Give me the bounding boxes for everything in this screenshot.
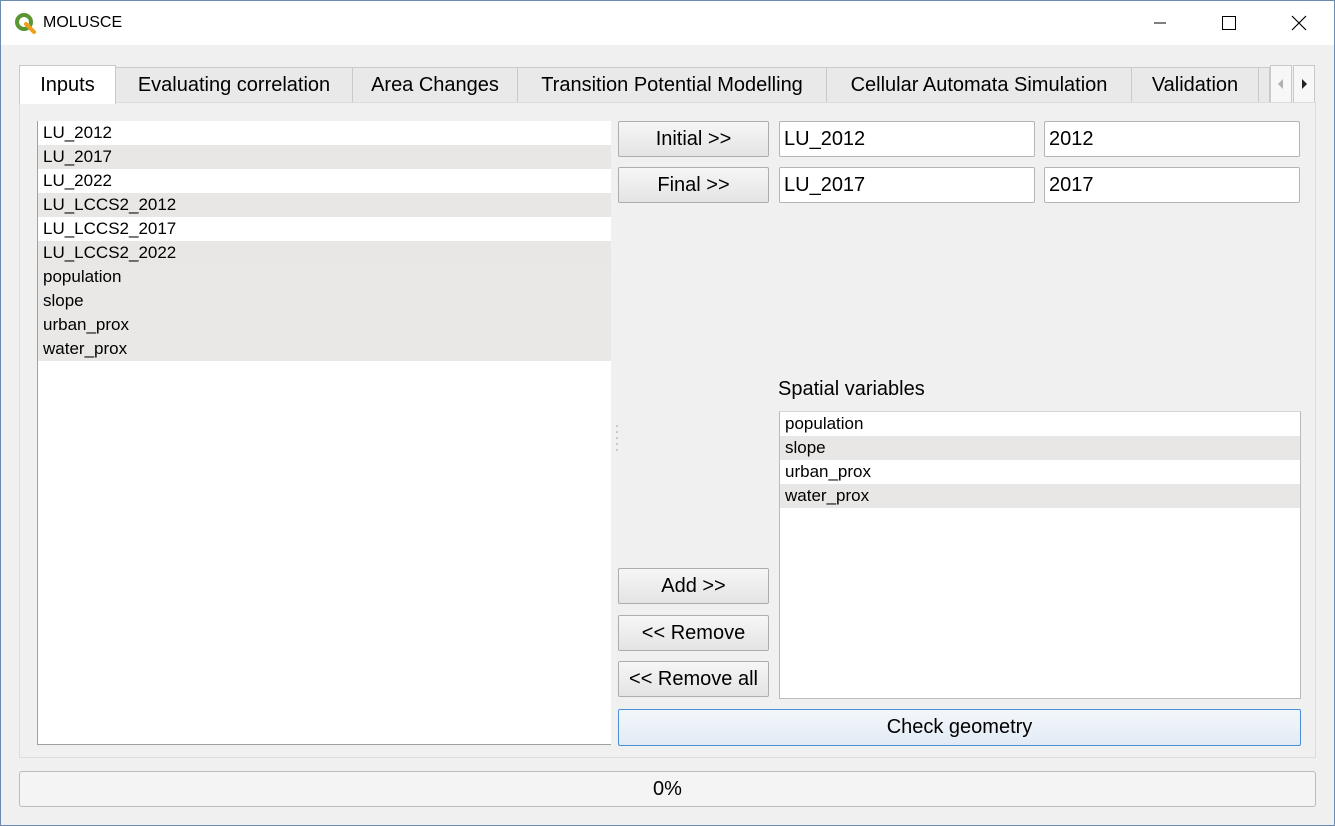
minimize-icon (1154, 22, 1166, 24)
minimize-button[interactable] (1137, 1, 1183, 45)
tab-transition-potential-modelling[interactable]: Transition Potential Modelling (517, 67, 827, 103)
qgis-logo-icon (15, 13, 36, 34)
arrow-left-icon (1278, 79, 1283, 89)
list-item[interactable]: urban_prox (780, 460, 1300, 484)
final-button[interactable]: Final >> (618, 167, 769, 203)
spatial-variables-list[interactable]: population slope urban_prox water_prox (779, 411, 1301, 699)
initial-year-field[interactable]: 2012 (1044, 121, 1300, 157)
final-layer-field[interactable]: LU_2017 (779, 167, 1035, 203)
list-item[interactable]: water_prox (780, 484, 1300, 508)
title-bar: MOLUSCE (1, 1, 1334, 45)
tab-label: Validation (1151, 74, 1239, 96)
check-geometry-button[interactable]: Check geometry (618, 709, 1301, 746)
tab-overflow[interactable] (1258, 67, 1270, 103)
list-item[interactable]: LU_LCCS2_2012 (38, 193, 611, 217)
tab-bar: Inputs Evaluating correlation Area Chang… (19, 65, 1319, 104)
inputs-panel: LU_2012 LU_2017 LU_2022 LU_LCCS2_2012 LU… (19, 102, 1316, 758)
initial-button[interactable]: Initial >> (618, 121, 769, 157)
add-button[interactable]: Add >> (618, 568, 769, 604)
molusce-window: MOLUSCE Inputs Evaluating correlation Ar… (0, 0, 1335, 826)
close-button[interactable] (1276, 1, 1322, 45)
tab-label: Transition Potential Modelling (541, 74, 803, 96)
initial-layer-field[interactable]: LU_2012 (779, 121, 1035, 157)
tab-label: Evaluating correlation (137, 74, 331, 96)
tab-validation[interactable]: Validation (1131, 67, 1259, 103)
close-icon (1291, 15, 1307, 31)
list-item[interactable]: LU_LCCS2_2022 (38, 241, 611, 265)
list-item[interactable]: slope (780, 436, 1300, 460)
progress-bar: 0% (19, 771, 1316, 807)
maximize-button[interactable] (1206, 1, 1252, 45)
progress-label: 0% (653, 777, 682, 800)
spatial-variables-label: Spatial variables (778, 378, 925, 400)
list-item[interactable]: LU_2017 (38, 145, 611, 169)
tab-scroll-left-button[interactable] (1270, 65, 1292, 103)
list-item[interactable]: LU_2012 (38, 121, 611, 145)
list-item[interactable]: water_prox (38, 337, 611, 361)
list-item[interactable]: population (780, 412, 1300, 436)
remove-all-button[interactable]: << Remove all (618, 661, 769, 697)
splitter-handle-icon[interactable] (615, 423, 619, 453)
tab-label: Inputs (40, 73, 95, 96)
list-item[interactable]: urban_prox (38, 313, 611, 337)
raster-layer-list[interactable]: LU_2012 LU_2017 LU_2022 LU_LCCS2_2012 LU… (37, 121, 611, 745)
remove-button[interactable]: << Remove (618, 615, 769, 651)
maximize-icon (1222, 16, 1236, 30)
tab-inputs[interactable]: Inputs (19, 65, 116, 104)
tab-label: Area Changes (371, 74, 499, 96)
list-item[interactable]: slope (38, 289, 611, 313)
arrow-right-icon (1302, 79, 1307, 89)
tab-scroll-right-button[interactable] (1293, 65, 1315, 103)
tab-evaluating-correlation[interactable]: Evaluating correlation (115, 67, 353, 103)
tab-area-changes[interactable]: Area Changes (352, 67, 518, 103)
tab-cellular-automata-simulation[interactable]: Cellular Automata Simulation (826, 67, 1132, 103)
list-item[interactable]: population (38, 265, 611, 289)
window-title: MOLUSCE (43, 14, 123, 31)
list-item[interactable]: LU_2022 (38, 169, 611, 193)
tab-label: Cellular Automata Simulation (850, 74, 1108, 96)
final-year-field[interactable]: 2017 (1044, 167, 1300, 203)
list-item[interactable]: LU_LCCS2_2017 (38, 217, 611, 241)
